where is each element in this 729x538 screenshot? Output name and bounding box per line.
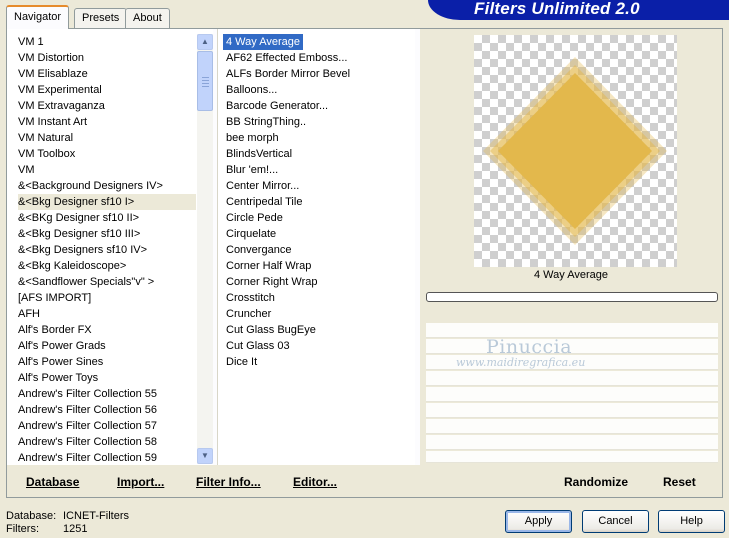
database-value: ICNET-Filters [63,510,129,522]
preview-filter-name: 4 Way Average [534,269,608,281]
category-item[interactable]: Alf's Border FX [18,322,196,338]
filters-label: Filters: [6,523,39,535]
filter-item[interactable]: Cut Glass BugEye [223,322,413,338]
category-item[interactable]: VM [18,162,196,178]
category-item[interactable]: Andrew's Filter Collection 58 [18,434,196,450]
progress-bar [426,292,718,302]
database-button[interactable]: Database [26,475,79,489]
category-item[interactable]: &<Bkg Designers sf10 IV> [18,242,196,258]
filter-item[interactable]: bee morph [223,130,413,146]
param-slot [426,371,718,386]
category-item[interactable]: &<Bkg Designer sf10 III> [18,226,196,242]
tab-navigator[interactable]: Navigator [6,5,70,29]
param-slot [426,387,718,402]
category-item[interactable]: VM Experimental [18,82,196,98]
filter-item[interactable]: Corner Half Wrap [223,258,413,274]
filter-item[interactable]: BlindsVertical [223,146,413,162]
scroll-down-button[interactable]: ▼ [197,448,213,464]
filter-item[interactable]: Centripedal Tile [223,194,413,210]
import-button[interactable]: Import... [117,475,164,489]
watermark-title: Pinuccia [486,336,573,358]
filters-count: 1251 [63,523,88,535]
filter-item[interactable]: Corner Right Wrap [223,274,413,290]
category-item[interactable]: Andrew's Filter Collection 59 [18,450,196,466]
filter-item[interactable]: Center Mirror... [223,178,413,194]
filter-item[interactable]: Blur 'em!... [223,162,413,178]
category-item[interactable]: &<Background Designers IV> [18,178,196,194]
filter-item[interactable]: Cruncher [223,306,413,322]
help-button[interactable]: Help [658,510,725,533]
category-item[interactable]: Andrew's Filter Collection 57 [18,418,196,434]
preview-panel: 4 Way Average Pinuccia www.maidiregrafic… [420,29,722,465]
category-item[interactable]: &<BKg Designer sf10 II> [18,210,196,226]
randomize-button[interactable]: Randomize [564,475,628,489]
category-item[interactable]: VM 1 [18,34,196,50]
filter-item[interactable]: BB StringThing.. [223,114,413,130]
scroll-up-button[interactable]: ▲ [197,34,213,50]
navigator-panel: VM 1 VM Distortion VM Elisablaze VM Experim… [6,28,723,498]
filter-item[interactable]: Convergance [223,242,413,258]
filter-item[interactable]: Cut Glass 03 [223,338,413,354]
cancel-button[interactable]: Cancel [582,510,649,533]
filter-info-button[interactable]: Filter Info... [196,475,261,489]
filter-item[interactable]: 4 Way Average [223,34,303,50]
category-item[interactable]: VM Distortion [18,50,196,66]
apply-button[interactable]: Apply [505,510,572,533]
filter-item[interactable]: Circle Pede [223,210,413,226]
preview-image [474,35,677,267]
filter-list[interactable]: 4 Way Average AF62 Effected Emboss... ALFs… [223,34,413,370]
param-slot [426,419,718,434]
category-item[interactable]: [AFS IMPORT] [18,290,196,306]
category-item[interactable]: Alf's Power Toys [18,370,196,386]
editor-button[interactable]: Editor... [293,475,337,489]
category-item[interactable]: VM Elisablaze [18,66,196,82]
category-item[interactable]: Andrew's Filter Collection 56 [18,402,196,418]
category-item[interactable]: &<Sandflower Specials"v" > [18,274,196,290]
tab-presets[interactable]: Presets [74,8,128,28]
filter-item[interactable]: Barcode Generator... [223,98,413,114]
param-slot [426,435,718,450]
diamond-preview-graphic [483,57,667,245]
category-scrollbar[interactable]: ▲ ▼ [197,34,213,464]
category-list[interactable]: VM 1 VM Distortion VM Elisablaze VM Experim… [18,34,196,466]
category-item[interactable]: Alf's Power Sines [18,354,196,370]
filter-item[interactable]: Crosstitch [223,290,413,306]
category-item[interactable]: VM Instant Art [18,114,196,130]
category-list-panel: VM 1 VM Distortion VM Elisablaze VM Experim… [7,29,213,465]
scroll-thumb[interactable] [197,51,213,111]
category-item[interactable]: &<Bkg Designer sf10 I> [18,194,196,210]
category-item[interactable]: &<Bkg Kaleidoscope> [18,258,196,274]
watermark-url: www.maidiregrafica.eu [456,356,586,369]
param-slot [426,451,718,463]
filter-item[interactable]: Balloons... [223,82,413,98]
filter-list-panel: 4 Way Average AF62 Effected Emboss... ALFs… [217,29,415,465]
category-item[interactable]: VM Natural [18,130,196,146]
param-slot [426,403,718,418]
category-item[interactable]: VM Toolbox [18,146,196,162]
reset-button[interactable]: Reset [663,475,696,489]
app-title: Filters Unlimited 2.0 [474,0,640,18]
category-item[interactable]: VM Extravaganza [18,98,196,114]
category-item[interactable]: Andrew's Filter Collection 55 [18,386,196,402]
filter-item[interactable]: ALFs Border Mirror Bevel [223,66,413,82]
category-item[interactable]: Alf's Power Grads [18,338,196,354]
filter-item[interactable]: Dice It [223,354,413,370]
app-title-banner: Filters Unlimited 2.0 [428,0,729,20]
database-label: Database: [6,510,57,522]
filter-item[interactable]: Cirquelate [223,226,413,242]
filter-item[interactable]: AF62 Effected Emboss... [223,50,413,66]
category-item[interactable]: AFH [18,306,196,322]
tab-about[interactable]: About [125,8,170,28]
